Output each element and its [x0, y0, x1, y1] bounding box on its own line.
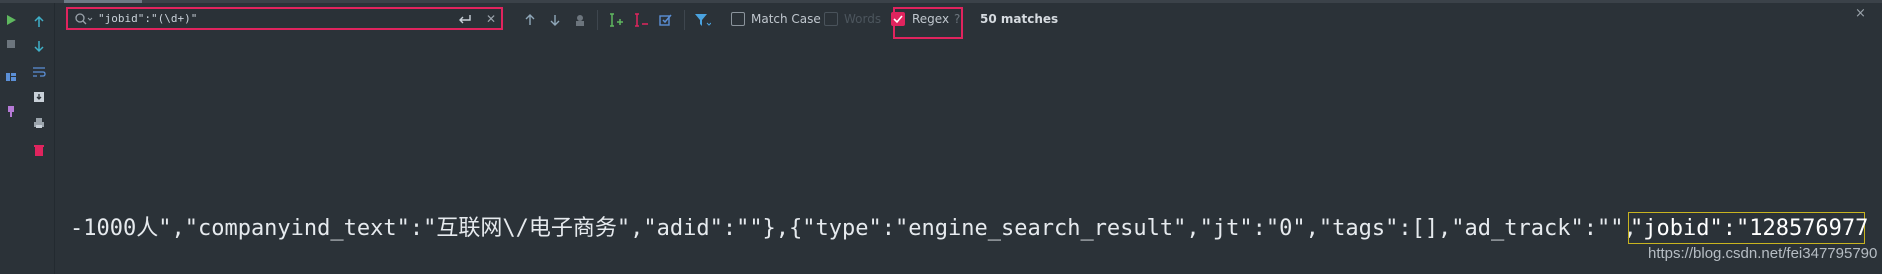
- watermark: https://blog.csdn.net/fei347795790: [1648, 245, 1878, 262]
- select-all-occurrences-icon[interactable]: [657, 10, 675, 30]
- words-checkbox[interactable]: [824, 12, 838, 26]
- top-border: [0, 0, 1882, 3]
- arrow-down-icon[interactable]: [28, 35, 50, 57]
- layout-icon[interactable]: [0, 66, 22, 88]
- unselect-occurrence-icon[interactable]: [632, 10, 650, 30]
- search-field[interactable]: ✕: [66, 7, 503, 30]
- editor-line: -1000人","companyind_text":"互联网\/电子商务","a…: [70, 216, 1637, 241]
- arrow-up-icon[interactable]: [28, 11, 50, 33]
- stop-icon[interactable]: [0, 33, 22, 55]
- run-tool-gutter: [0, 3, 55, 274]
- pin-icon[interactable]: [0, 100, 22, 122]
- soft-wrap-icon[interactable]: [28, 61, 50, 83]
- next-occurrence-icon[interactable]: [547, 10, 563, 30]
- print-icon[interactable]: [28, 112, 50, 134]
- add-selection-icon[interactable]: [607, 10, 625, 30]
- previous-occurrence-icon[interactable]: [522, 10, 538, 30]
- clear-search-icon[interactable]: ✕: [486, 11, 496, 27]
- filter-icon[interactable]: [692, 10, 712, 30]
- match-case-label: Match Case: [751, 12, 821, 26]
- filter-search-results-icon[interactable]: [572, 10, 588, 30]
- search-history-icon[interactable]: [74, 11, 94, 27]
- active-tab-indicator: [64, 0, 142, 3]
- toolbar-separator: [684, 10, 685, 30]
- trash-icon[interactable]: [28, 139, 50, 161]
- close-find-bar-icon[interactable]: ×: [1855, 6, 1866, 21]
- checkmark-icon: [893, 15, 903, 24]
- regex-help-icon[interactable]: ?: [954, 12, 960, 26]
- words-label: Words: [844, 12, 882, 26]
- run-icon[interactable]: [0, 9, 22, 31]
- match-count: 50 matches: [980, 12, 1059, 26]
- toolbar-separator: [597, 10, 598, 30]
- regex-checkbox[interactable]: [891, 12, 905, 26]
- scroll-to-end-icon[interactable]: [28, 86, 50, 108]
- new-line-icon[interactable]: [457, 11, 473, 27]
- search-input[interactable]: [98, 11, 438, 26]
- match-case-checkbox[interactable]: [731, 12, 745, 26]
- regex-label: Regex: [912, 12, 950, 26]
- matched-text: "jobid":"128576977: [1630, 216, 1869, 241]
